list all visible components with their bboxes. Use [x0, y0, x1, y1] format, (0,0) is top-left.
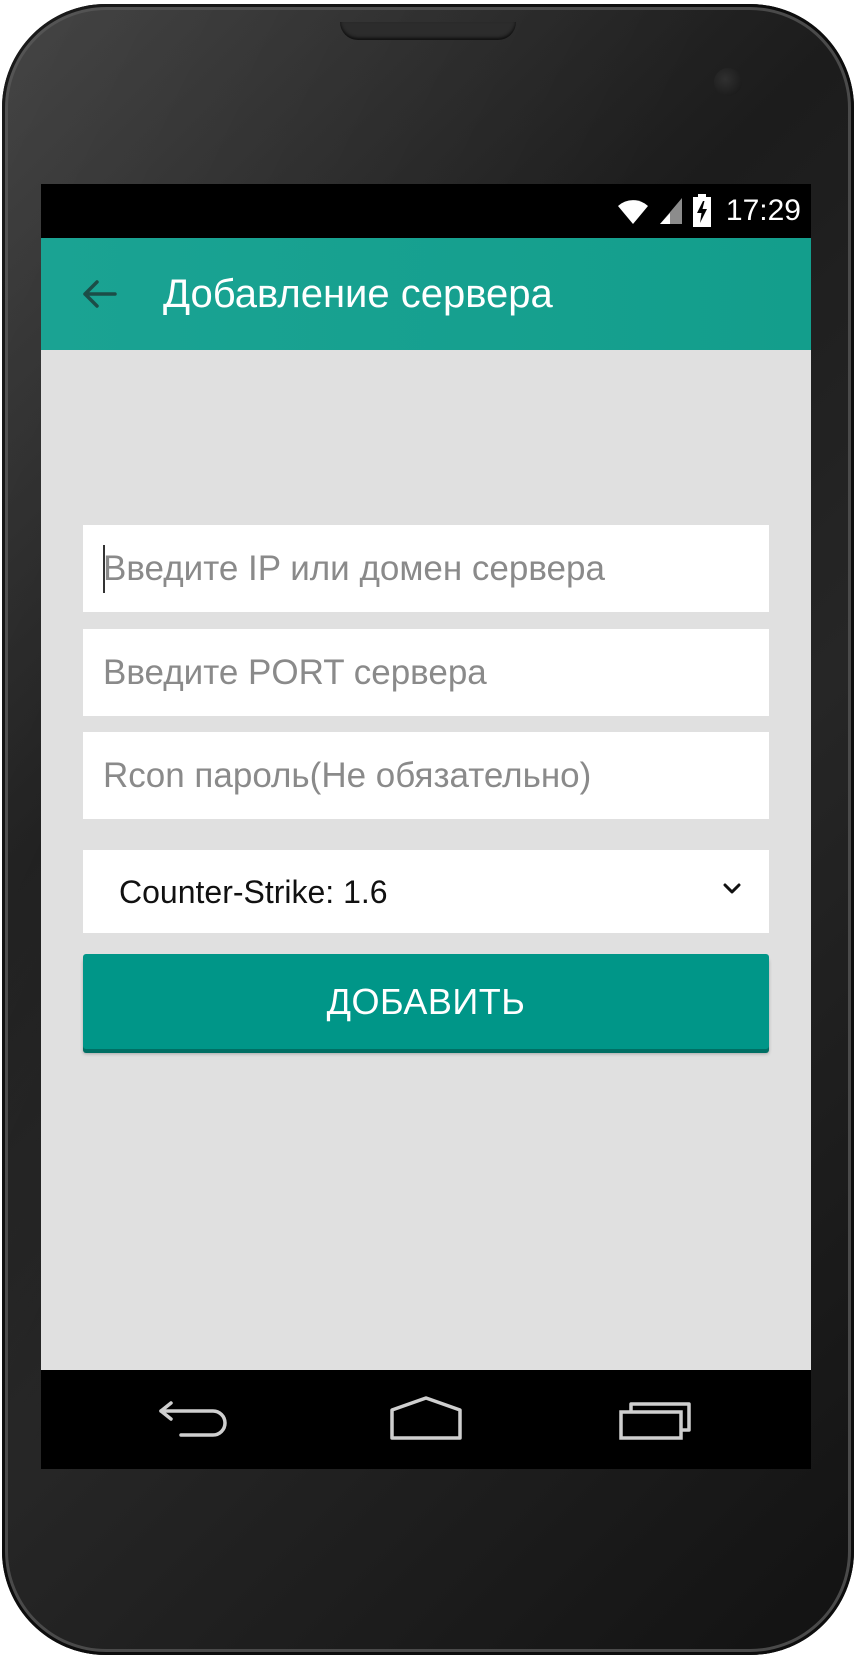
back-button[interactable]	[71, 266, 127, 322]
app-bar: Добавление сервера	[41, 238, 811, 350]
port-field[interactable]	[83, 629, 769, 716]
port-input[interactable]	[83, 629, 769, 716]
battery-charging-icon	[692, 194, 711, 227]
recent-apps-icon[interactable]	[617, 1394, 697, 1444]
back-nav-icon[interactable]	[155, 1394, 235, 1444]
text-cursor	[103, 545, 105, 593]
page-title: Добавление сервера	[163, 272, 553, 316]
rcon-password-input[interactable]	[83, 732, 769, 819]
ip-input[interactable]	[83, 525, 769, 612]
wifi-icon	[617, 200, 648, 224]
add-button[interactable]: ДОБАВИТЬ	[83, 954, 769, 1049]
status-bar: 17:29	[41, 184, 811, 238]
arrow-back-icon	[83, 280, 117, 308]
status-time: 17:29	[725, 194, 801, 227]
rcon-field[interactable]	[83, 732, 769, 819]
home-nav-icon[interactable]	[386, 1394, 466, 1444]
screen: 17:29 Добавление сервера Counter-Strike:…	[41, 184, 811, 1469]
game-select[interactable]: Counter-Strike: 1.6	[83, 850, 769, 933]
navigation-bar	[41, 1370, 811, 1469]
game-select-value: Counter-Strike: 1.6	[119, 874, 388, 910]
signal-icon	[659, 198, 682, 224]
front-camera	[714, 68, 742, 96]
status-icons: 17:29	[616, 190, 801, 232]
chevron-down-icon	[723, 883, 741, 894]
earpiece-speaker	[340, 22, 516, 40]
ip-field[interactable]	[83, 525, 769, 612]
